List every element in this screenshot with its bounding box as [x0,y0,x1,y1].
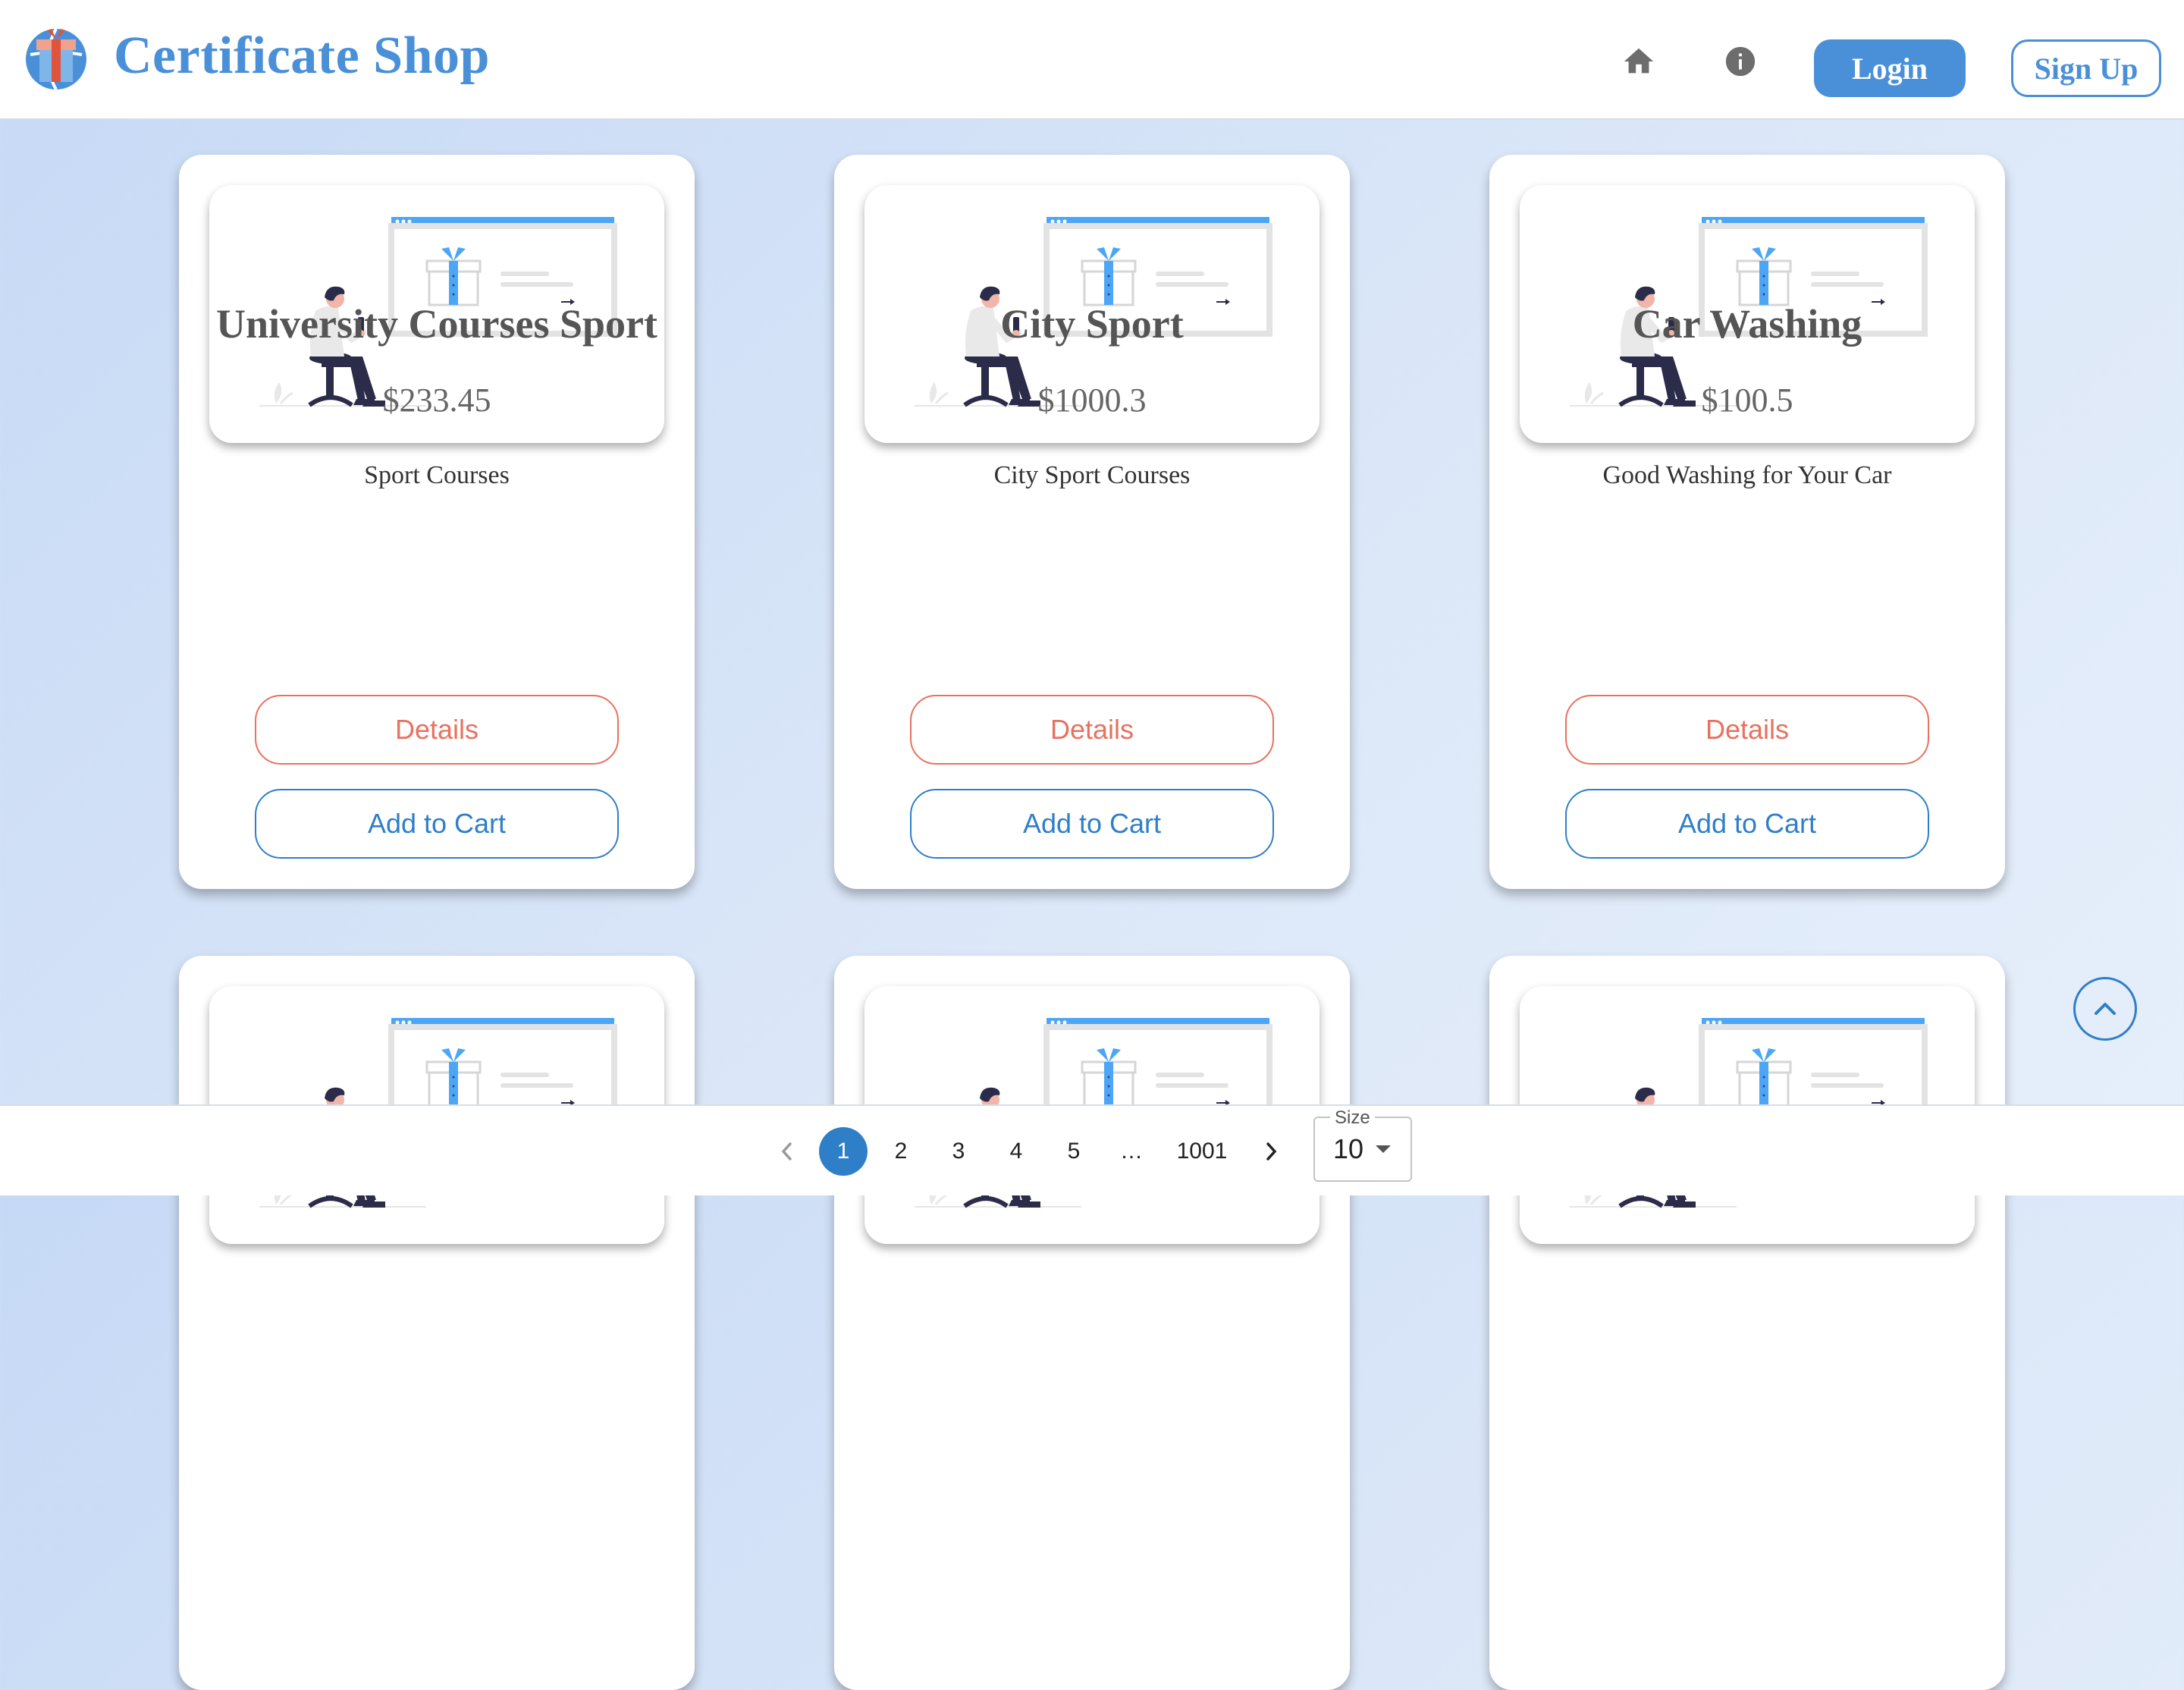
product-card: University Courses Sport $233.45 Sport C… [179,155,695,889]
signup-button[interactable]: Sign Up [2011,39,2161,97]
product-title[interactable]: City Sport [834,300,1350,347]
details-button[interactable]: Details [910,695,1274,765]
chevron-left-icon [781,1142,792,1161]
add-to-cart-button[interactable]: Add to Cart [255,789,619,859]
product-price: $100.5 [1701,382,1793,419]
product-card [834,956,1350,1690]
product-description: Good Washing for Your Car [1602,461,1892,489]
page-ellipsis: … [1120,1139,1143,1164]
login-button[interactable]: Login [1814,39,1966,97]
chevron-right-icon [1266,1142,1277,1161]
add-to-cart-button[interactable]: Add to Cart [910,789,1274,859]
details-button[interactable]: Details [255,695,619,765]
previous-page-button[interactable] [763,1127,811,1176]
product-description: City Sport Courses [993,461,1191,489]
page-button[interactable]: 4 [992,1127,1040,1176]
product-price: $233.45 [382,382,491,419]
page-button[interactable]: 1 [819,1127,868,1176]
caret-down-icon [1376,1145,1391,1153]
product-card [1489,956,2005,1690]
brand-title[interactable]: Certificate Shop [114,26,490,86]
page-button[interactable]: 5 [1050,1127,1098,1176]
product-card: City Sport $1000.3 City Sport Courses De… [834,155,1350,889]
next-page-button[interactable] [1247,1127,1295,1176]
product-card: Car Washing $100.5 Good Washing for Your… [1489,155,2005,889]
product-price: $1000.3 [1037,382,1147,419]
add-to-cart-button[interactable]: Add to Cart [1565,789,1929,859]
home-icon[interactable] [1621,44,1656,79]
chevron-up-icon [2095,1003,2116,1015]
page-size-label: Size [1330,1107,1375,1129]
page-button[interactable]: 1001 [1168,1127,1236,1176]
scroll-to-top-button[interactable] [2073,977,2137,1041]
product-description: Sport Courses [364,461,510,489]
product-card [179,956,695,1690]
page-button[interactable]: 3 [934,1127,983,1176]
page-size-value: 10 [1333,1133,1364,1164]
product-title[interactable]: Car Washing [1489,300,2005,347]
details-button[interactable]: Details [1565,695,1929,765]
info-icon[interactable] [1723,44,1758,79]
page-button[interactable]: 2 [877,1127,925,1176]
app-header: Certificate Shop Login Sign Up [0,0,2184,120]
product-title[interactable]: University Courses Sport [179,300,695,347]
logo-icon[interactable] [23,24,89,91]
